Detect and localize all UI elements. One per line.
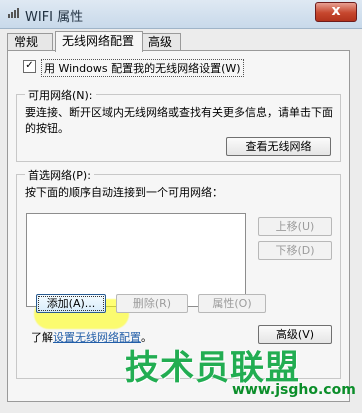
preferred-networks-list[interactable] — [26, 213, 246, 307]
use-windows-label[interactable]: 用 Windows 配置我的无线网络设置(W) — [41, 59, 244, 77]
learn-prefix: 了解 — [31, 331, 53, 344]
available-networks-group: 可用网络(N): 要连接、断开区域内无线网络或查找有关更多信息，请单击下面的按钮… — [16, 87, 341, 162]
remove-network-button[interactable]: 删除(R) — [116, 294, 188, 313]
add-network-button[interactable]: 添加(A)... — [36, 294, 106, 313]
title-bar[interactable]: WIFI 属性 x — [0, 0, 362, 29]
tab-general[interactable]: 常规 — [7, 33, 53, 50]
move-up-button[interactable]: 上移(U) — [258, 217, 332, 236]
watermark-url: www.jsgho.com — [232, 382, 356, 398]
use-windows-checkbox[interactable]: ✓ — [23, 60, 36, 73]
available-networks-title: 可用网络(N): — [25, 87, 96, 103]
window-title: WIFI 属性 — [25, 10, 84, 25]
available-networks-description: 要连接、断开区域内无线网络或查找有关更多信息，请单击下面的按钮。 — [25, 106, 333, 135]
tab-advanced[interactable]: 高级 — [141, 33, 181, 50]
close-button[interactable]: x — [315, 2, 357, 22]
network-icon — [8, 8, 19, 18]
view-wireless-networks-button[interactable]: 查看无线网络 — [226, 137, 331, 156]
move-down-button[interactable]: 下移(D) — [258, 241, 332, 260]
preferred-networks-description: 按下面的顺序自动连接到一个可用网络： — [25, 186, 223, 199]
tab-wireless[interactable]: 无线网络配置 — [55, 31, 143, 52]
network-properties-button[interactable]: 属性(O) — [198, 294, 266, 313]
wifi-properties-window: WIFI 属性 x 常规 无线网络配置 高级 ✓ 用 Windows 配置我的无… — [0, 0, 362, 413]
preferred-networks-title: 首选网络(P): — [25, 167, 94, 183]
